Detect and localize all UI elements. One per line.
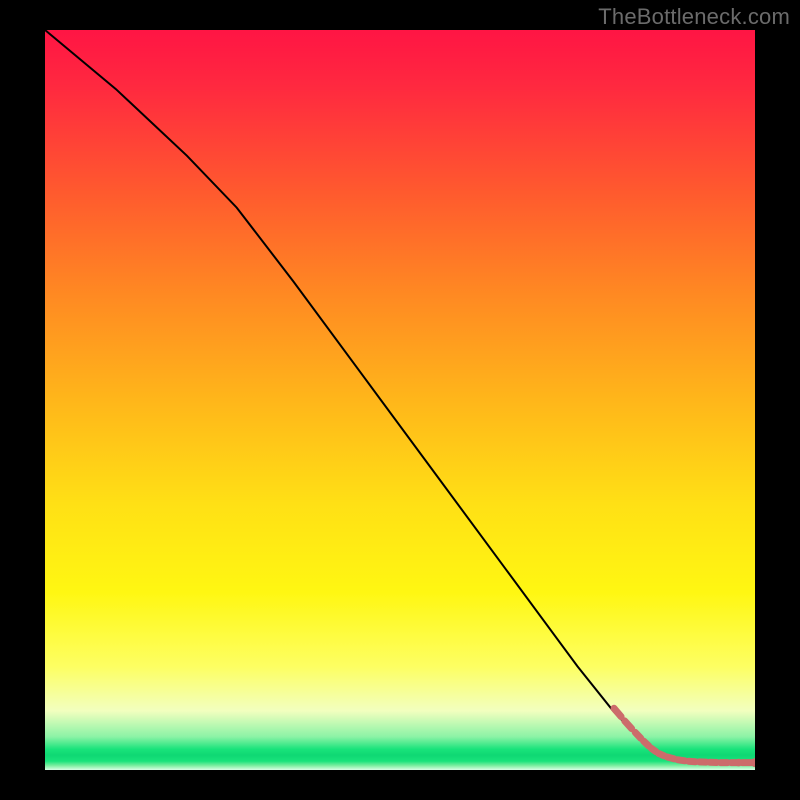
marker-dash [667,757,674,759]
marker-dot [735,759,743,767]
marker-dash [689,761,696,762]
marker-dash [625,721,632,729]
marker-dash [644,741,649,746]
watermark-text: TheBottleneck.com [598,4,790,30]
marker-dash [651,748,656,751]
marker-dash [635,732,641,738]
chart-frame: TheBottleneck.com [0,0,800,800]
plot-area [45,30,755,770]
curve-svg [45,30,755,770]
marker-dash [659,753,665,755]
bottleneck-line [45,30,755,763]
marker-dash [678,760,685,761]
marker-dash [614,708,621,716]
